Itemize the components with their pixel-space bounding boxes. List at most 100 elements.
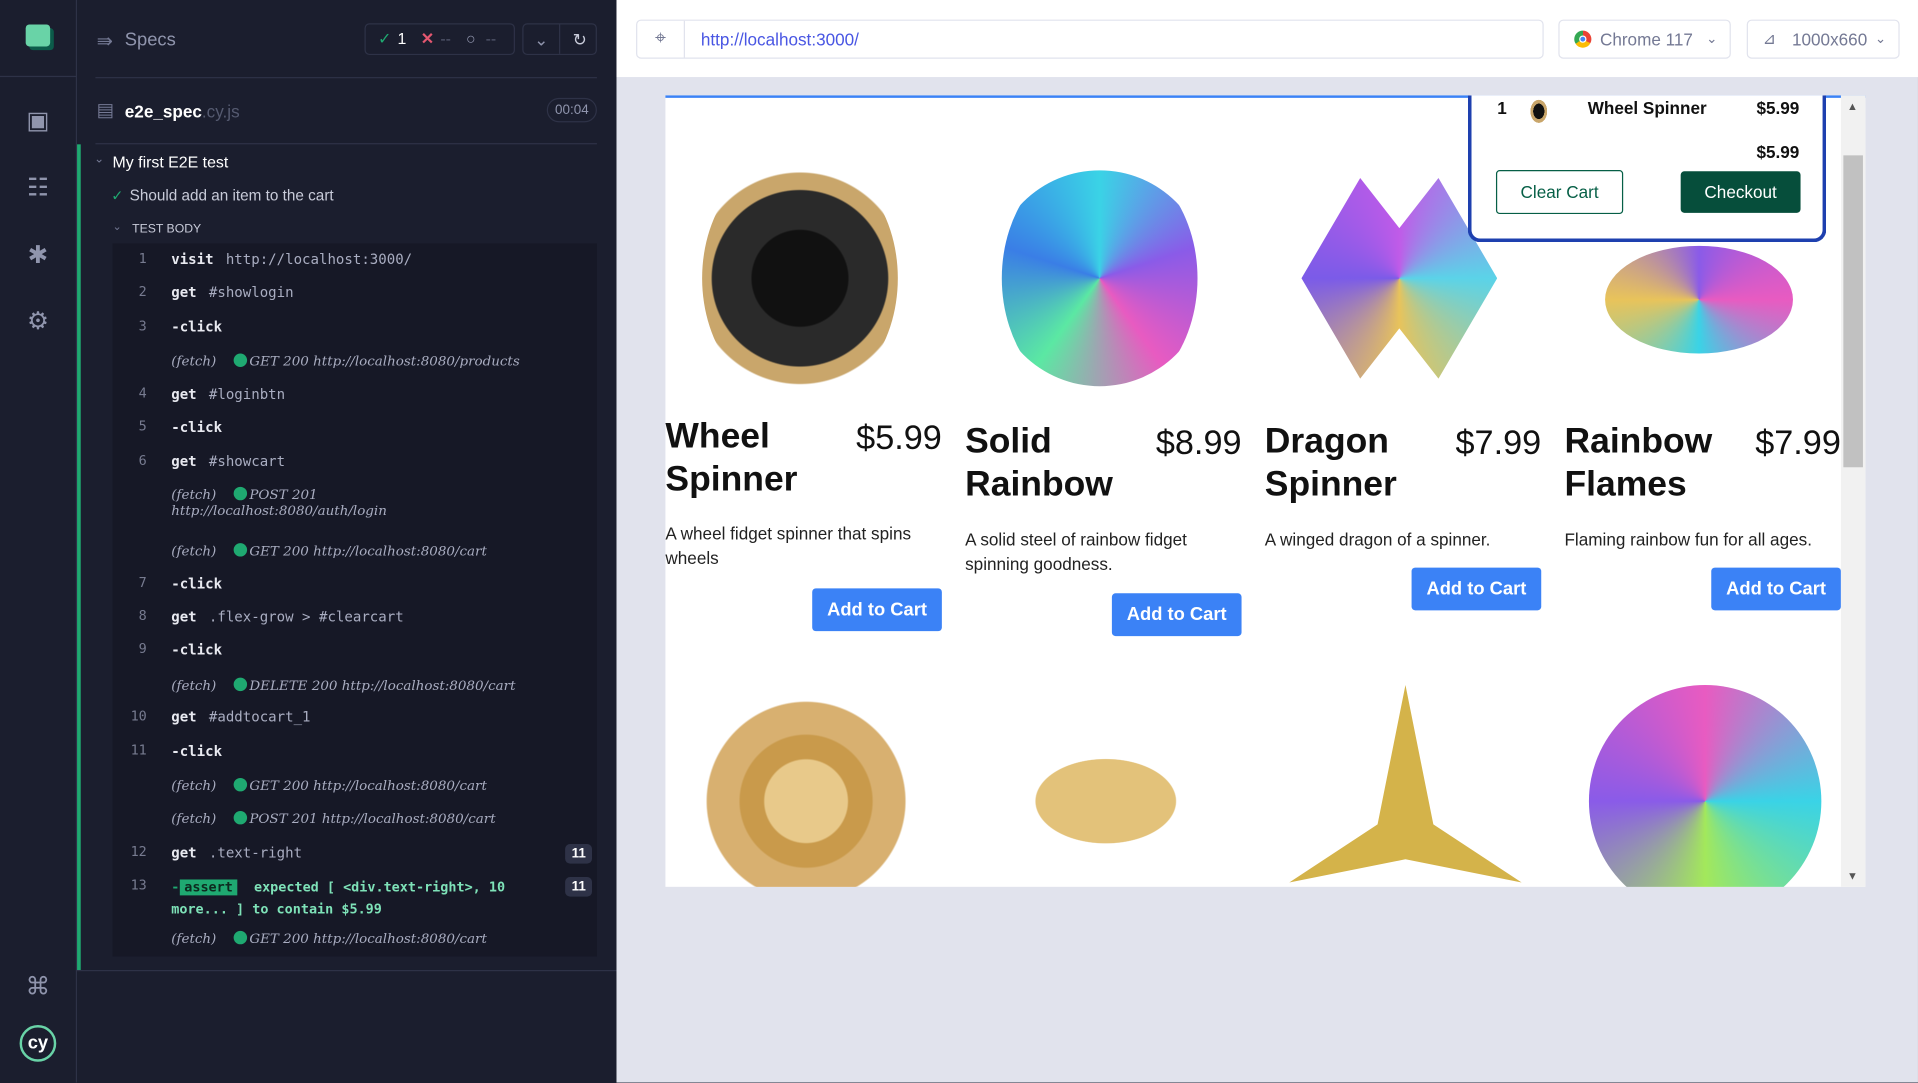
command-name: get #showlogin bbox=[171, 283, 294, 301]
line-number: 9 bbox=[138, 640, 147, 657]
specs-icon[interactable]: ▣ bbox=[20, 103, 57, 140]
failed-count: -- bbox=[440, 29, 451, 48]
fetch-label: (fetch) POST 201 http://localhost:8080/ca… bbox=[171, 810, 496, 827]
status-dot-icon bbox=[233, 353, 247, 367]
app-scrollbar[interactable]: ▲ ▼ bbox=[1840, 95, 1866, 887]
spec-duration: 00:04 bbox=[546, 97, 597, 123]
command-name: -click bbox=[171, 418, 223, 436]
add-to-cart-button[interactable]: Add to Cart bbox=[812, 588, 942, 632]
url-bar[interactable]: ⌖ http://localhost:3000/ bbox=[636, 19, 1544, 59]
command-name: -click bbox=[171, 742, 223, 760]
line-number: 5 bbox=[138, 418, 147, 435]
product-title: Wheel Spinner bbox=[665, 417, 798, 500]
product-image bbox=[989, 684, 1222, 887]
line-number: 13 bbox=[130, 877, 147, 893]
product-title: Solid Rainbow bbox=[965, 422, 1113, 504]
viewport-label: 1000x660 bbox=[1791, 29, 1868, 49]
line-number: 1 bbox=[138, 250, 147, 267]
product-image bbox=[702, 152, 898, 404]
element-count-badge: 11 bbox=[565, 844, 593, 864]
command-name: get #loginbtn bbox=[171, 385, 286, 403]
reporter-panel: ⇛ Specs ✓ 1 ✕ -- ○ -- ⌄ ↻ ▤ e2e_spec.cy.… bbox=[77, 0, 617, 1083]
product-card: Wheel Spinner $5.99 A wheel fidget spinn… bbox=[665, 98, 942, 887]
product-price: $7.99 bbox=[1755, 423, 1841, 462]
assert-message: - assert expected [ <div.text-right>, 10 m… bbox=[171, 879, 506, 918]
suite-title[interactable]: My first E2E test bbox=[113, 153, 229, 171]
cart-item-name: Wheel Spinner bbox=[1587, 97, 1707, 118]
product-description: A wheel fidget spinner that spins wheels bbox=[665, 523, 912, 568]
add-to-cart-button[interactable]: Add to Cart bbox=[1411, 567, 1542, 611]
chrome-icon bbox=[1574, 30, 1592, 48]
line-number: 12 bbox=[130, 844, 147, 860]
pending-icon: ○ bbox=[466, 29, 476, 48]
passed-count: 1 bbox=[397, 29, 407, 48]
add-to-cart-button[interactable]: Add to Cart bbox=[1711, 567, 1841, 611]
file-icon: ▤ bbox=[96, 100, 114, 122]
runs-icon[interactable]: ☷ bbox=[20, 170, 57, 207]
browser-toolbar: ⌖ http://localhost:3000/ Chrome 117 ⌄ ⊿ … bbox=[616, 0, 1918, 78]
product-image bbox=[1588, 684, 1822, 887]
selector-playground-icon[interactable]: ⌖ bbox=[637, 20, 685, 58]
run-controls: ⌄ ↻ bbox=[522, 23, 598, 56]
fetch-label: (fetch) GET 200 http://localhost:8080/car… bbox=[171, 930, 487, 947]
url-text[interactable]: http://localhost:3000/ bbox=[701, 29, 859, 49]
fetch-label: (fetch) POST 201 http://localhost:8080/aut… bbox=[171, 486, 387, 519]
line-number: 10 bbox=[130, 708, 147, 725]
test-body-label[interactable]: TEST BODY bbox=[132, 223, 201, 236]
product-price: $5.99 bbox=[856, 418, 942, 457]
product-description: Flaming rainbow fun for all ages. bbox=[1564, 529, 1812, 550]
command-name: get #addtocart_1 bbox=[171, 708, 311, 726]
cypress-logo-icon[interactable]: cy bbox=[19, 1025, 57, 1062]
product-description: A winged dragon of a spinner. bbox=[1264, 529, 1491, 550]
debug-icon[interactable]: ✱ bbox=[20, 237, 57, 274]
failed-icon: ✕ bbox=[420, 29, 435, 48]
command-name: -click bbox=[171, 640, 223, 659]
fetch-label: (fetch) GET 200 http://localhost:8080/car… bbox=[171, 777, 487, 794]
line-number: 6 bbox=[138, 452, 147, 469]
chevron-down-icon[interactable]: ⌄ bbox=[94, 153, 104, 166]
specs-title[interactable]: Specs bbox=[125, 29, 176, 50]
keyboard-shortcuts-icon[interactable]: ⌘ bbox=[20, 969, 57, 1006]
browser-select[interactable]: Chrome 117 ⌄ bbox=[1558, 19, 1731, 59]
line-number: 3 bbox=[138, 318, 147, 334]
command-log: 1 visit http://localhost:3000/2 get #showlog… bbox=[112, 243, 597, 957]
element-count-badge: 11 bbox=[565, 877, 593, 897]
chevron-down-icon[interactable]: ⌄ bbox=[113, 220, 122, 233]
status-dot-icon bbox=[233, 930, 247, 945]
scrollbar-thumb[interactable] bbox=[1843, 155, 1863, 468]
status-dot-icon bbox=[233, 677, 247, 692]
line-number: 7 bbox=[138, 574, 147, 591]
cypress-app-logo-icon[interactable] bbox=[20, 20, 57, 57]
viewport-select[interactable]: ⊿ 1000x660 ⌄ bbox=[1746, 19, 1900, 59]
product-image bbox=[1289, 684, 1522, 883]
line-number: 2 bbox=[138, 283, 147, 300]
cart-popover: 1 Wheel Spinner $5.99 $5.99 Clear Cart C… bbox=[1467, 95, 1827, 243]
chevron-down-icon: ⌄ bbox=[1874, 31, 1887, 47]
spec-name[interactable]: e2e_spec.cy.js bbox=[125, 102, 240, 122]
checkout-button[interactable]: Checkout bbox=[1680, 171, 1801, 213]
line-number: 11 bbox=[130, 742, 147, 759]
command-name: get #showcart bbox=[171, 452, 286, 470]
product-price: $8.99 bbox=[1155, 423, 1242, 462]
command-name: get .flex-grow > #clearcart bbox=[171, 607, 404, 626]
rerun-icon[interactable]: ↻ bbox=[561, 24, 598, 53]
product-image bbox=[1605, 245, 1793, 354]
test-title[interactable]: Should add an item to the cart bbox=[130, 187, 334, 204]
status-dot-icon bbox=[233, 810, 247, 825]
scroll-down-icon[interactable]: ▼ bbox=[1847, 870, 1858, 882]
add-to-cart-button[interactable]: Add to Cart bbox=[1111, 593, 1242, 637]
product-description: A solid steel of rainbow fidget spinning… bbox=[965, 529, 1187, 574]
product-image bbox=[1001, 170, 1198, 387]
specs-list-icon[interactable]: ⇛ bbox=[97, 29, 113, 53]
expand-chevron-down-icon[interactable]: ⌄ bbox=[524, 24, 561, 54]
product-price: $7.99 bbox=[1455, 423, 1542, 462]
fetch-label: (fetch) DELETE 200 http://localhost:8080/… bbox=[171, 677, 516, 694]
product-card: Solid Rainbow $8.99 A solid steel of rai… bbox=[965, 98, 1242, 887]
cart-item-thumbnail bbox=[1529, 97, 1549, 125]
sidebar-nav: ▣ ☷ ✱ ⚙ ⌘ cy bbox=[0, 0, 78, 1083]
clear-cart-button[interactable]: Clear Cart bbox=[1495, 170, 1624, 215]
product-title: Rainbow Flames bbox=[1564, 422, 1713, 504]
scroll-up-icon[interactable]: ▲ bbox=[1847, 100, 1858, 112]
browser-label: Chrome 117 bbox=[1599, 29, 1693, 49]
settings-icon[interactable]: ⚙ bbox=[20, 303, 57, 340]
